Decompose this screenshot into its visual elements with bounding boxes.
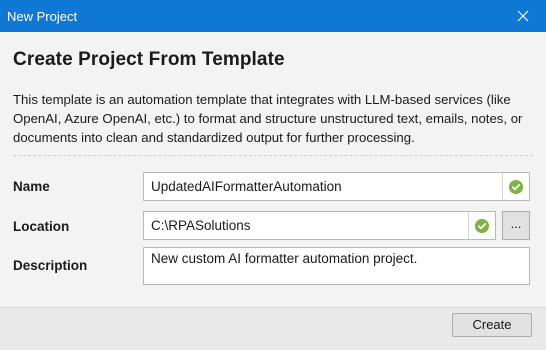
template-description: This template is an automation template … bbox=[13, 92, 523, 145]
dialog-heading: Create Project From Template bbox=[13, 49, 285, 70]
description-label: Description bbox=[13, 258, 88, 273]
close-icon[interactable] bbox=[517, 10, 529, 22]
name-input-value[interactable]: UpdatedAIFormatterAutomation bbox=[151, 179, 342, 194]
window-title: New Project bbox=[7, 8, 78, 24]
create-button[interactable]: Create bbox=[452, 313, 532, 337]
description-input-value[interactable]: New custom AI formatter automation proje… bbox=[151, 251, 417, 266]
separator bbox=[13, 155, 533, 156]
location-valid-indicator bbox=[468, 212, 495, 239]
title-bar: New Project bbox=[0, 0, 546, 32]
close-button[interactable] bbox=[500, 0, 546, 32]
location-input-value[interactable]: C:\RPASolutions bbox=[151, 218, 251, 233]
name-field[interactable]: UpdatedAIFormatterAutomation bbox=[143, 172, 530, 201]
location-field[interactable]: C:\RPASolutions bbox=[143, 211, 496, 240]
name-label: Name bbox=[13, 179, 50, 194]
location-label: Location bbox=[13, 219, 70, 234]
check-circle-icon bbox=[475, 218, 489, 233]
check-circle-icon bbox=[509, 179, 523, 194]
browse-button[interactable]: ... bbox=[502, 211, 530, 240]
description-textarea[interactable]: New custom AI formatter automation proje… bbox=[143, 247, 530, 285]
name-valid-indicator bbox=[502, 173, 529, 200]
